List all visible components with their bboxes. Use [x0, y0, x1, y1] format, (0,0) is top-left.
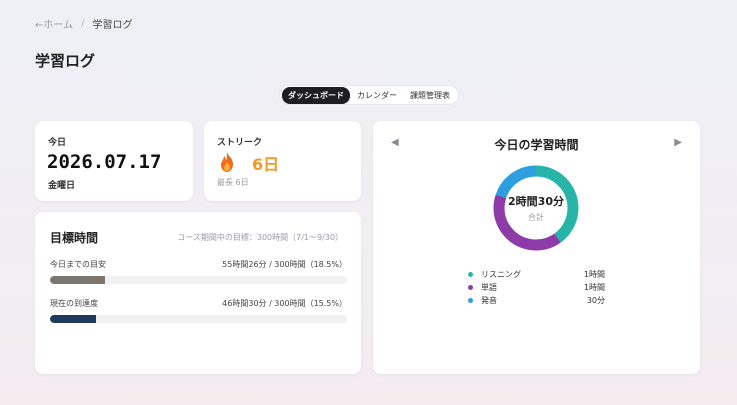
- goal-title: 目標時間: [50, 231, 99, 245]
- donut-legend: リスニング 1時間 単語 1時間 発音 30分: [468, 268, 605, 307]
- legend-dot: [468, 272, 473, 277]
- goal-row-label: 現在の到達度: [50, 299, 98, 308]
- streak-label: ストリーク: [217, 138, 263, 148]
- goal-row-expected: 今日までの目安 55時間26分 / 300時間（18.5%）: [50, 259, 347, 284]
- goal-row-label: 今日までの目安: [50, 260, 106, 269]
- breadcrumb-home-link[interactable]: ←ホーム: [35, 16, 73, 31]
- breadcrumb-current: 学習ログ: [92, 20, 133, 31]
- legend-item: 発音 30分: [468, 294, 605, 307]
- legend-name: リスニング: [481, 270, 521, 279]
- legend-name: 単語: [481, 283, 497, 292]
- today-card: 今日 2026.07.17 金曜日: [35, 121, 193, 201]
- breadcrumb: ←ホーム / 学習ログ: [35, 16, 132, 31]
- goal-row-value: 46時間30分 / 300時間（15.5%）: [222, 299, 347, 308]
- donut-total: 2時間30分: [508, 195, 564, 208]
- progress-track: [50, 276, 347, 284]
- streak-best: 最長 6日: [217, 178, 249, 187]
- goal-row-actual: 現在の到達度 46時間30分 / 300時間（15.5%）: [50, 298, 347, 323]
- today-label: 今日: [48, 138, 67, 148]
- legend-dot: [468, 285, 473, 290]
- goal-row-value: 55時間26分 / 300時間（18.5%）: [222, 260, 347, 269]
- progress-fill: [50, 276, 105, 284]
- view-tabs: ダッシュボード カレンダー 課題管理表: [280, 86, 458, 104]
- legend-dot: [468, 298, 473, 303]
- study-time-card: ◀ 今日の学習時間 ▶ 2時間30分 合計 リスニング 1時間 単語 1時間 発…: [373, 121, 700, 374]
- tab-calendar[interactable]: カレンダー: [351, 87, 403, 104]
- donut-total-label: 合計: [528, 213, 544, 222]
- today-date: 2026.07.17: [47, 151, 162, 173]
- goal-period: コース期間中の目標：300時間（7/1〜9/30）: [177, 233, 343, 242]
- page-title: 学習ログ: [35, 52, 96, 70]
- streak-days: 6日: [252, 155, 280, 174]
- legend-name: 発音: [481, 296, 497, 305]
- breadcrumb-separator: /: [81, 18, 85, 29]
- donut-center: 2時間30分 合計: [491, 163, 581, 253]
- today-weekday: 金曜日: [48, 181, 76, 191]
- next-day-button[interactable]: ▶: [674, 137, 682, 148]
- legend-value: 30分: [586, 296, 605, 305]
- tab-task-table[interactable]: 課題管理表: [404, 87, 456, 104]
- progress-track: [50, 315, 347, 323]
- legend-item: 単語 1時間: [468, 281, 605, 294]
- goal-card: 目標時間 コース期間中の目標：300時間（7/1〜9/30） 今日までの目安 5…: [35, 212, 361, 374]
- study-title: 今日の学習時間: [494, 138, 579, 152]
- legend-value: 1時間: [583, 283, 605, 292]
- tab-dashboard[interactable]: ダッシュボード: [282, 86, 350, 104]
- legend-value: 1時間: [583, 270, 605, 279]
- progress-fill: [50, 315, 97, 323]
- flame-icon: [221, 152, 233, 172]
- streak-card: ストリーク 6日 最長 6日: [204, 121, 361, 201]
- legend-item: リスニング 1時間: [468, 268, 605, 281]
